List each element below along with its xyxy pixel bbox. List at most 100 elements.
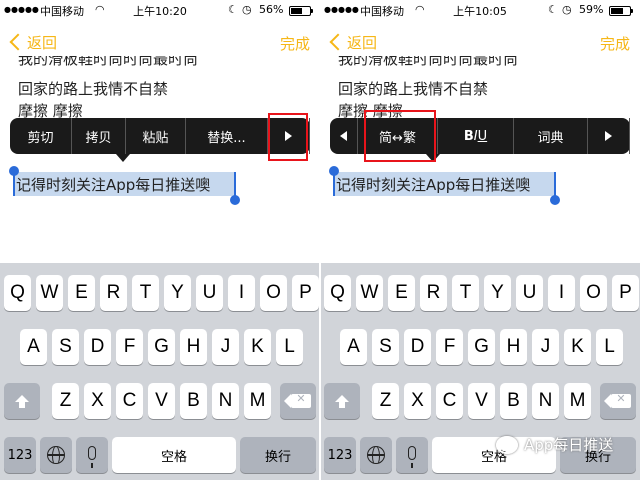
key-g[interactable]: G <box>468 329 495 365</box>
key-q[interactable]: Q <box>324 275 351 311</box>
dictation-key[interactable] <box>396 437 428 473</box>
key-f[interactable]: F <box>116 329 143 365</box>
back-button[interactable]: 返回 <box>328 30 377 54</box>
back-button[interactable]: 返回 <box>8 30 57 54</box>
key-m[interactable]: M <box>564 383 591 419</box>
key-v[interactable]: V <box>468 383 495 419</box>
note-line-partial: 我的滑板鞋时尚时尚最时尚 <box>338 56 519 68</box>
key-v[interactable]: V <box>148 383 175 419</box>
key-j[interactable]: J <box>532 329 559 365</box>
menu-simplified-traditional[interactable]: 简↔繁 <box>358 118 438 154</box>
arrow-right-icon <box>285 131 292 141</box>
key-t[interactable]: T <box>452 275 479 311</box>
return-key[interactable]: 换行 <box>240 437 316 473</box>
dictation-key[interactable] <box>76 437 108 473</box>
key-d[interactable]: D <box>404 329 431 365</box>
key-p[interactable]: P <box>612 275 639 311</box>
selected-text[interactable]: 记得时刻关注App每日推送噢 <box>16 174 210 195</box>
key-n[interactable]: N <box>212 383 239 419</box>
menu-next-button[interactable] <box>268 118 310 154</box>
back-label: 返回 <box>27 33 58 52</box>
language-key[interactable] <box>360 437 392 473</box>
key-s[interactable]: S <box>52 329 79 365</box>
globe-icon <box>367 446 385 464</box>
key-g[interactable]: G <box>148 329 175 365</box>
selected-text[interactable]: 记得时刻关注App每日推送噢 <box>336 174 530 195</box>
selection-start-knob[interactable] <box>9 166 19 176</box>
key-i[interactable]: I <box>228 275 255 311</box>
key-u[interactable]: U <box>196 275 223 311</box>
menu-bold-italic-underline[interactable]: B I U <box>438 118 514 154</box>
key-l[interactable]: L <box>276 329 303 365</box>
delete-key[interactable]: ✕ <box>600 383 636 419</box>
key-z[interactable]: Z <box>372 383 399 419</box>
key-o[interactable]: O <box>260 275 287 311</box>
key-y[interactable]: Y <box>164 275 191 311</box>
menu-dictionary[interactable]: 词典 <box>514 118 588 154</box>
menu-prev-button[interactable] <box>330 118 358 154</box>
done-button[interactable]: 完成 <box>280 33 310 54</box>
key-d[interactable]: D <box>84 329 111 365</box>
selection-start-knob[interactable] <box>329 166 339 176</box>
key-f[interactable]: F <box>436 329 463 365</box>
key-x[interactable]: X <box>84 383 111 419</box>
key-h[interactable]: H <box>500 329 527 365</box>
microphone-icon <box>88 446 96 468</box>
done-button[interactable]: 完成 <box>600 33 630 54</box>
key-z[interactable]: Z <box>52 383 79 419</box>
key-c[interactable]: C <box>436 383 463 419</box>
menu-pointer <box>116 154 130 162</box>
watermark: App每日推送 <box>496 434 613 455</box>
key-n[interactable]: N <box>532 383 559 419</box>
key-b[interactable]: B <box>180 383 207 419</box>
selection-end-handle[interactable] <box>234 172 236 196</box>
selection-end-knob[interactable] <box>550 195 560 205</box>
selection-end-knob[interactable] <box>230 195 240 205</box>
menu-replace[interactable]: 替换... <box>186 118 268 154</box>
key-e[interactable]: E <box>68 275 95 311</box>
key-u[interactable]: U <box>516 275 543 311</box>
chevron-left-icon <box>9 33 27 51</box>
key-a[interactable]: A <box>20 329 47 365</box>
battery-icon <box>289 6 313 16</box>
key-r[interactable]: R <box>420 275 447 311</box>
shift-key[interactable] <box>4 383 40 419</box>
selection-end-handle[interactable] <box>554 172 556 196</box>
key-w[interactable]: W <box>36 275 63 311</box>
language-key[interactable] <box>40 437 72 473</box>
menu-paste[interactable]: 粘贴 <box>126 118 186 154</box>
key-k[interactable]: K <box>564 329 591 365</box>
menu-copy[interactable]: 拷贝 <box>72 118 126 154</box>
key-t[interactable]: T <box>132 275 159 311</box>
key-b[interactable]: B <box>500 383 527 419</box>
key-c[interactable]: C <box>116 383 143 419</box>
key-p[interactable]: P <box>292 275 319 311</box>
shift-arrow-icon <box>15 394 29 408</box>
status-bar: ●●●●● 中国移动 ◠ 上午10:05 ☾ ◷ 59% <box>320 0 640 20</box>
key-q[interactable]: Q <box>4 275 31 311</box>
key-e[interactable]: E <box>388 275 415 311</box>
numbers-key[interactable]: 123 <box>4 437 36 473</box>
edit-menu: 剪切 拷贝 粘贴 替换... <box>10 118 310 162</box>
menu-next-button[interactable] <box>588 118 630 154</box>
key-a[interactable]: A <box>340 329 367 365</box>
key-w[interactable]: W <box>356 275 383 311</box>
key-s[interactable]: S <box>372 329 399 365</box>
numbers-key[interactable]: 123 <box>324 437 356 473</box>
space-key[interactable]: 空格 <box>112 437 236 473</box>
key-l[interactable]: L <box>596 329 623 365</box>
key-y[interactable]: Y <box>484 275 511 311</box>
do-not-disturb-icon: ☾ <box>228 3 238 16</box>
menu-cut[interactable]: 剪切 <box>10 118 72 154</box>
key-i[interactable]: I <box>548 275 575 311</box>
key-r[interactable]: R <box>100 275 127 311</box>
key-k[interactable]: K <box>244 329 271 365</box>
delete-key[interactable]: ✕ <box>280 383 316 419</box>
key-j[interactable]: J <box>212 329 239 365</box>
battery-percent: 56% <box>259 3 284 16</box>
key-m[interactable]: M <box>244 383 271 419</box>
key-x[interactable]: X <box>404 383 431 419</box>
shift-key[interactable] <box>324 383 360 419</box>
key-o[interactable]: O <box>580 275 607 311</box>
key-h[interactable]: H <box>180 329 207 365</box>
